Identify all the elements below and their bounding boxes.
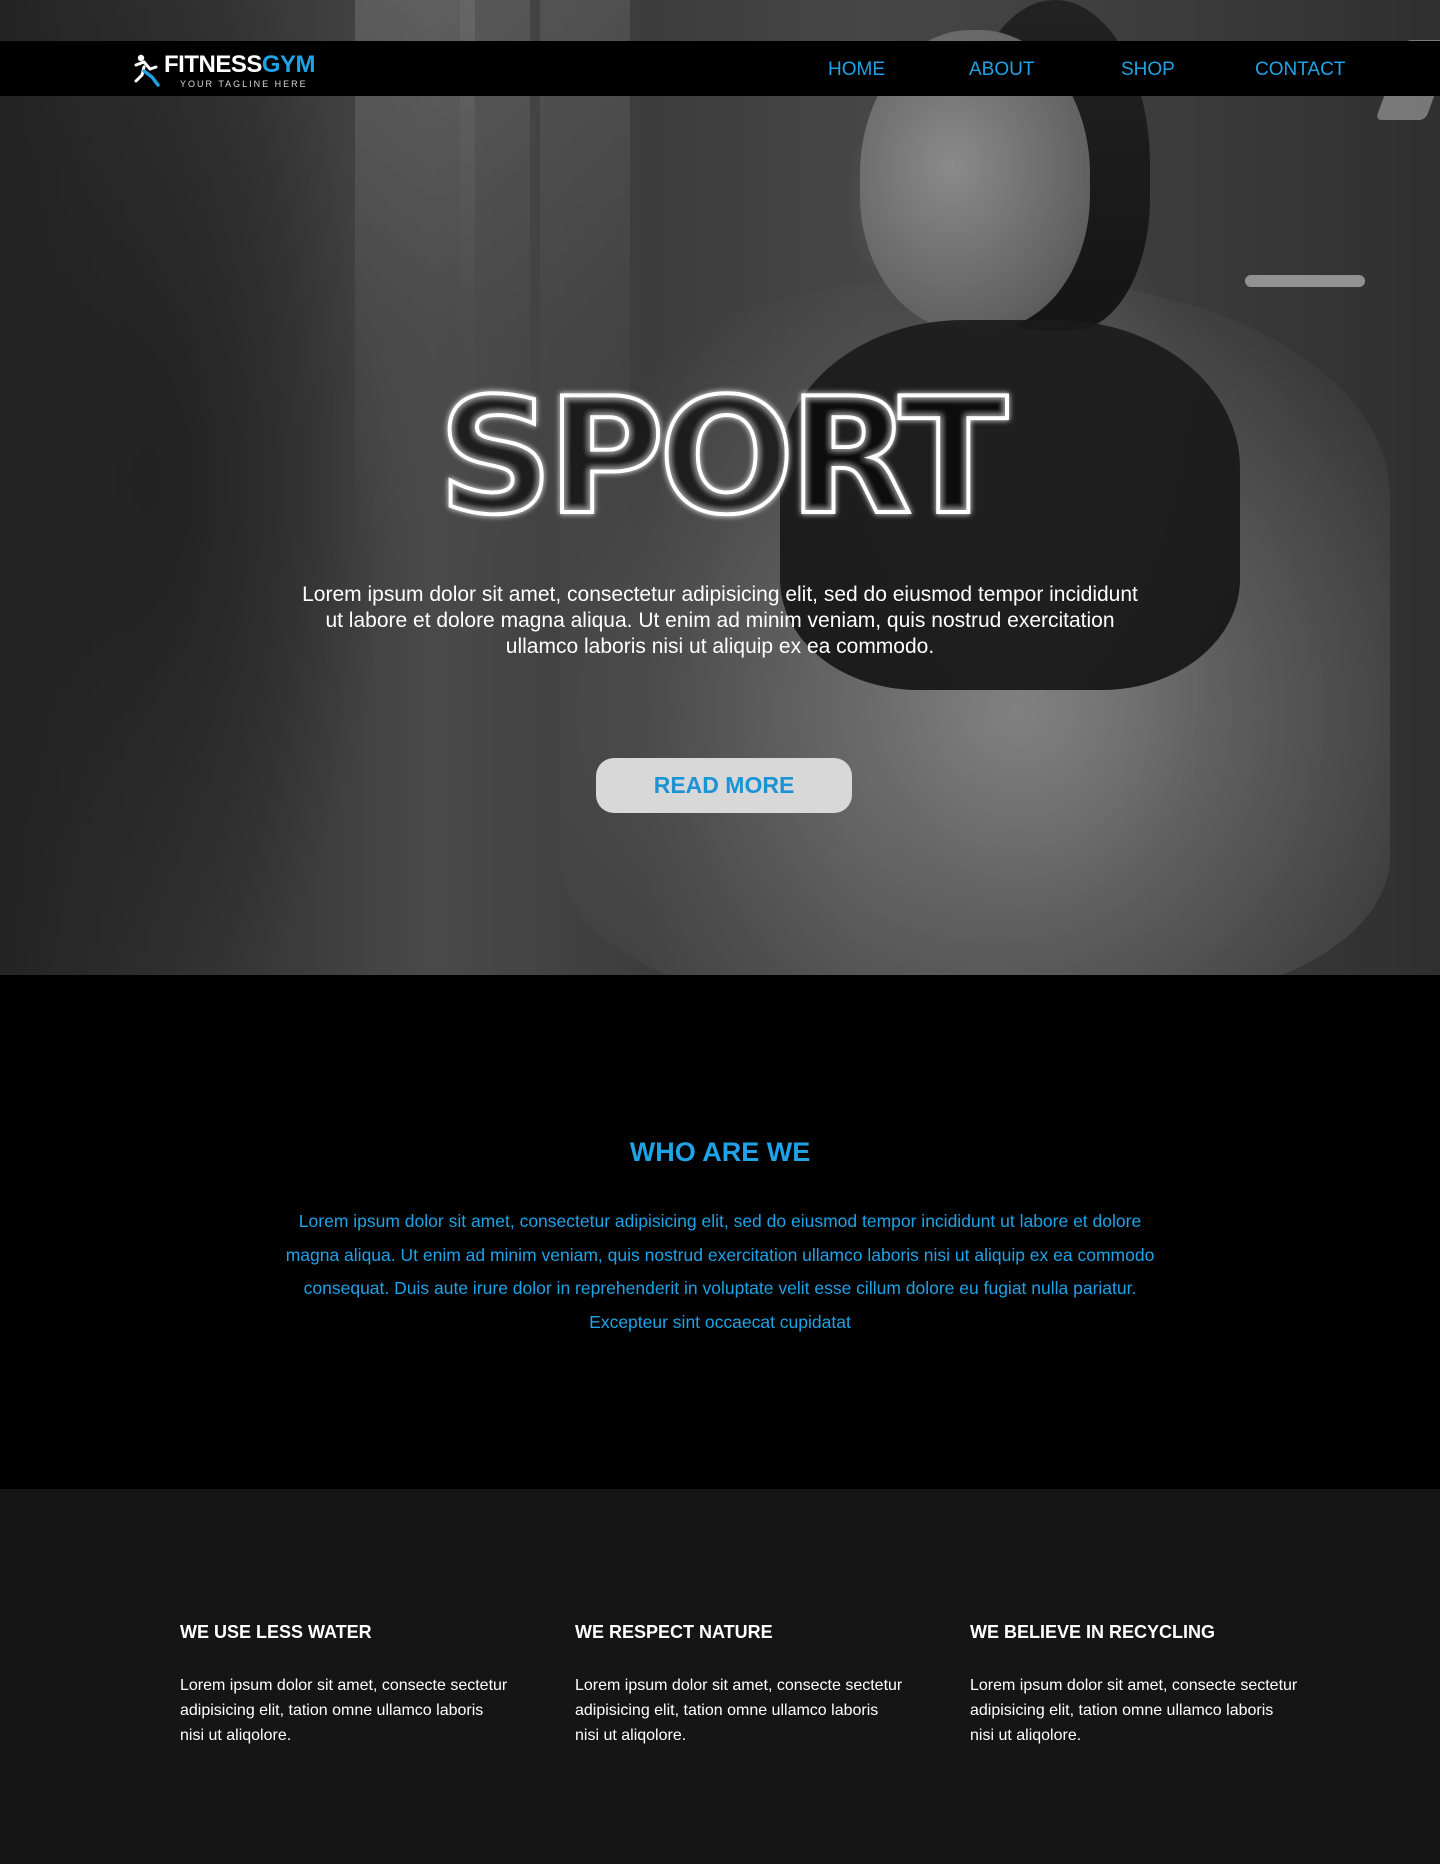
top-navbar: FITNESSGYM YOUR TAGLINE HERE HOME ABOUT …	[0, 41, 1440, 96]
about-section: WHO ARE WE Lorem ipsum dolor sit amet, c…	[0, 975, 1440, 1489]
logo-word-fitness: FITNESS	[164, 51, 262, 78]
feature-card: WE RESPECT NATURE Lorem ipsum dolor sit …	[575, 1622, 905, 1748]
feature-title: WE RESPECT NATURE	[575, 1622, 773, 1642]
hero-title-outline: SPORT	[436, 361, 1016, 552]
logo[interactable]: FITNESSGYM YOUR TAGLINE HERE	[132, 51, 332, 91]
hero-section: SPORT Lorem ipsum dolor sit amet, consec…	[0, 0, 1440, 975]
nav-item-home[interactable]: HOME	[828, 59, 885, 81]
logo-wordmark: FITNESSGYM	[164, 51, 316, 79]
about-description: Lorem ipsum dolor sit amet, consectetur …	[285, 1211, 1155, 1332]
feature-description: Lorem ipsum dolor sit amet, consecte sec…	[180, 1677, 508, 1744]
hero-title-text: SPORT	[438, 363, 1008, 550]
nav-item-about[interactable]: ABOUT	[969, 59, 1034, 81]
features-section: WE USE LESS WATER Lorem ipsum dolor sit …	[0, 1489, 1440, 1864]
hero-title: SPORT	[420, 361, 1020, 552]
nav-item-shop[interactable]: SHOP	[1121, 59, 1175, 81]
feature-card: WE BELIEVE IN RECYCLING Lorem ipsum dolo…	[970, 1622, 1300, 1748]
running-figure-icon	[134, 54, 160, 87]
hero-description: Lorem ipsum dolor sit amet, consectetur …	[302, 583, 1138, 658]
feature-title: WE USE LESS WATER	[180, 1622, 372, 1642]
read-more-button[interactable]: READ MORE	[596, 758, 852, 813]
about-title: WHO ARE WE	[629, 1137, 811, 1167]
logo-tagline: YOUR TAGLINE HERE	[180, 79, 308, 89]
feature-description: Lorem ipsum dolor sit amet, consecte sec…	[970, 1677, 1298, 1744]
nav-item-contact[interactable]: CONTACT	[1255, 59, 1345, 81]
feature-title: WE BELIEVE IN RECYCLING	[970, 1622, 1216, 1642]
logo-word-gym: GYM	[261, 51, 316, 78]
feature-description: Lorem ipsum dolor sit amet, consecte sec…	[575, 1677, 903, 1744]
feature-card: WE USE LESS WATER Lorem ipsum dolor sit …	[180, 1622, 510, 1748]
page: SPORT Lorem ipsum dolor sit amet, consec…	[0, 0, 1440, 1864]
